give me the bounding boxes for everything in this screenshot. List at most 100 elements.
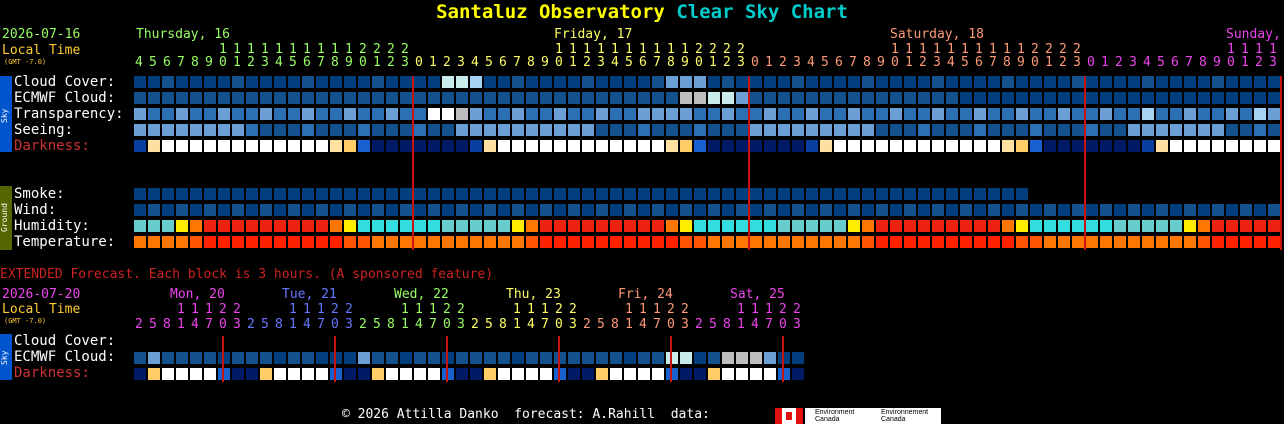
darkness-cell [876,140,888,152]
smoke-cell [204,188,216,200]
hour-units-digit: 3 [1073,55,1081,70]
extended-hour-tens-digit: 2 [779,302,787,317]
ecmwf-cloud-cell [1114,92,1126,104]
transparency-cell [526,108,538,120]
darkness-cell [666,140,678,152]
smoke-cell [1002,188,1014,200]
hour-units-digit: 3 [1129,55,1137,70]
cloud-cover-cell [974,76,986,88]
day-label: Saturday, 18 [890,27,984,42]
extended-hour-units-digit: 2 [471,317,479,332]
wind-cell [876,204,888,216]
smoke-cell [400,188,412,200]
logo-text-english: Environment Canada [815,409,855,423]
extended-hour-tens-digit: 2 [793,302,801,317]
transparency-cell [582,108,594,120]
cloud-cover-cell [1114,76,1126,88]
temperature-cell [652,236,664,248]
wind-cell [344,204,356,216]
transparency-cell [134,108,146,120]
seeing-cell [470,124,482,136]
temperature-cell [554,236,566,248]
seeing-cell [540,124,552,136]
darkness-cell [218,140,230,152]
darkness-cell [652,140,664,152]
ecmwf-cloud-cell [1002,92,1014,104]
smoke-cell [848,188,860,200]
darkness-cell [274,140,286,152]
transparency-cell [806,108,818,120]
extended-hour-units-digit: 3 [233,317,241,332]
extended-darkness-cell [330,368,342,380]
temperature-cell [400,236,412,248]
transparency-cell [470,108,482,120]
extended-darkness-cell [442,368,454,380]
ecmwf-cloud-cell [666,92,678,104]
extended-darkness-cell [148,368,160,380]
seeing-cell [960,124,972,136]
wind-cell [918,204,930,216]
transparency-cell [162,108,174,120]
hour-units-digit: 3 [457,55,465,70]
canada-flag-logo[interactable] [775,408,803,424]
extended-day-divider [222,336,224,382]
extended-darkness-cell [428,368,440,380]
ecmwf-cloud-cell [204,92,216,104]
cloud-cover-cell [1016,76,1028,88]
ecmwf-cloud-cell [974,92,986,104]
observatory-name: Santaluz Observatory [436,1,665,23]
hour-units-digit: 7 [849,55,857,70]
cloud-cover-cell [638,76,650,88]
seeing-cell [260,124,272,136]
temperature-cell [610,236,622,248]
darkness-cell [708,140,720,152]
ecmwf-cloud-cell [848,92,860,104]
transparency-cell [1184,108,1196,120]
humidity-cell [1212,220,1224,232]
extended-hour-tens-digit: 1 [429,302,437,317]
ecmwf-cloud-cell [554,92,566,104]
hour-units-digit: 4 [275,55,283,70]
ecmwf-cloud-cell [1184,92,1196,104]
hour-units-digit: 0 [1031,55,1039,70]
ecmwf-cloud-cell [652,92,664,104]
extended-hour-tens-digit: 1 [737,302,745,317]
cloud-cover-cell [918,76,930,88]
darkness-cell [470,140,482,152]
extended-hour-units-digit: 8 [387,317,395,332]
transparency-cell [1086,108,1098,120]
ecmwf-cloud-cell [1030,92,1042,104]
label-smoke: Smoke: [14,186,65,202]
extended-hour-tens-digit: 2 [555,302,563,317]
ecmwf-cloud-cell [1086,92,1098,104]
extended-hour-tens-digit: 1 [527,302,535,317]
header-local-time: Local Time [2,43,81,58]
wind-cell [610,204,622,216]
transparency-cell [302,108,314,120]
extended-cloud-cell [512,352,524,364]
extended-hour-tens-digit: 1 [765,302,773,317]
seeing-cell [848,124,860,136]
wind-cell [708,204,720,216]
extended-hour-units-digit: 3 [569,317,577,332]
seeing-cell [736,124,748,136]
hour-units-digit: 9 [205,55,213,70]
extended-cloud-cell [372,352,384,364]
humidity-cell [1072,220,1084,232]
seeing-cell [904,124,916,136]
temperature-cell [820,236,832,248]
temperature-cell [946,236,958,248]
darkness-cell [1114,140,1126,152]
extended-cloud-cell [134,352,146,364]
ecmwf-cloud-cell [722,92,734,104]
seeing-cell [134,124,146,136]
seeing-cell [1072,124,1084,136]
environment-canada-logo[interactable]: Environment Canada Environnement Canada [805,408,941,424]
cloud-cover-cell [512,76,524,88]
seeing-cell [330,124,342,136]
transparency-cell [778,108,790,120]
hour-units-digit: 4 [135,55,143,70]
extended-hour-tens-digit: 1 [625,302,633,317]
transparency-cell [1226,108,1238,120]
transparency-cell [512,108,524,120]
